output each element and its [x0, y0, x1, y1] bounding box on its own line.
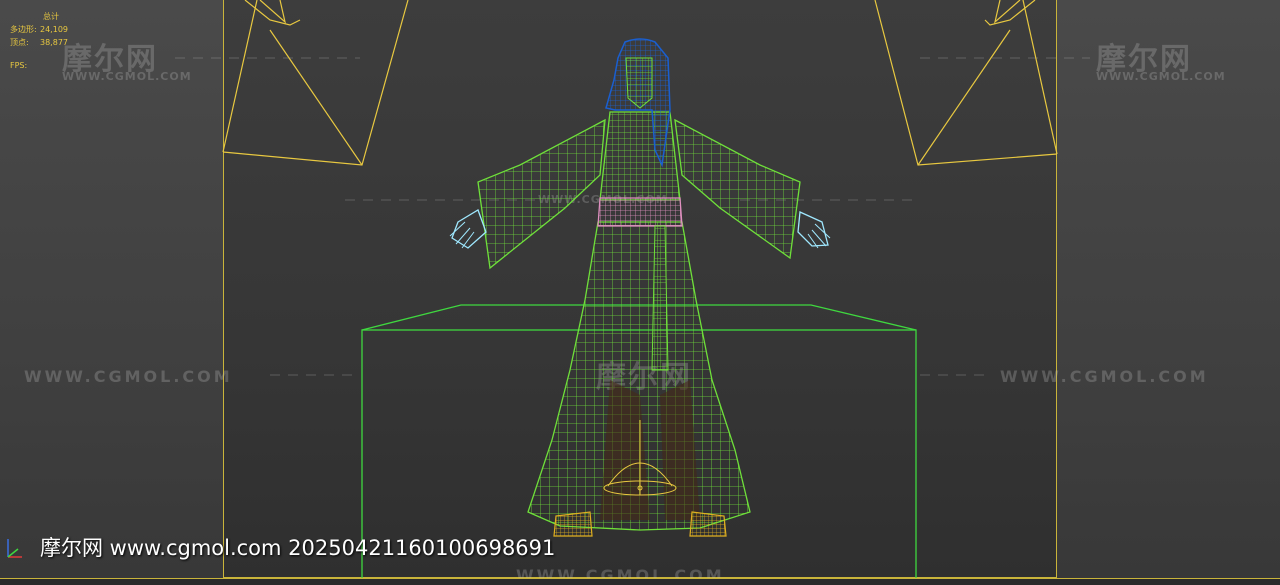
character-figure — [449, 38, 831, 537]
camera-left — [222, 0, 409, 166]
stats-polys-label: 多边形: — [10, 25, 37, 34]
stats-verts-value: 38,877 — [40, 38, 68, 47]
perspective-viewport[interactable]: 摩尔网 WWW.CGMOL.COM 摩尔网 WWW.CGMOL.COM WWW.… — [0, 0, 1280, 585]
stats-verts-row: 顶点: 38,877 — [10, 36, 68, 49]
stats-header: 总计 — [43, 12, 59, 21]
stats-fps-label: FPS: — [10, 61, 28, 70]
viewport-statistics: 总计 多边形: 24,109 顶点: 38,877 FPS: — [10, 10, 68, 72]
viewport-bottom-edge — [0, 578, 1280, 585]
axis-gizmo-icon — [7, 539, 22, 558]
stats-polys-value: 24,109 — [40, 25, 68, 34]
wireframe-scene — [175, 0, 1090, 585]
stats-verts-label: 顶点: — [10, 38, 29, 47]
watermark-caption: 摩尔网 www.cgmol.com 20250421160100698691 — [40, 536, 556, 560]
stats-polys-row: 多边形: 24,109 — [10, 23, 68, 36]
camera-right — [874, 0, 1058, 166]
